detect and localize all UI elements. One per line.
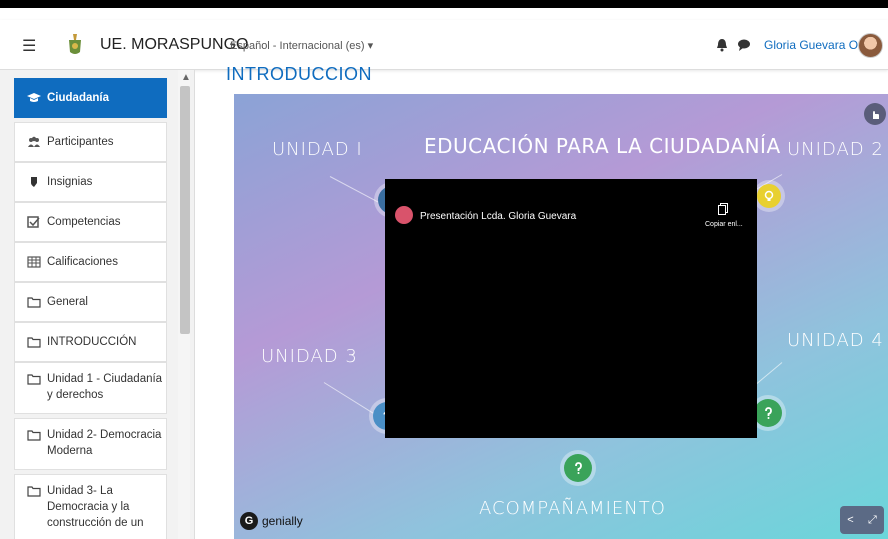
sidebar-item-label: Unidad 1 - Ciudadanía y derechos <box>47 373 163 401</box>
genially-logo-icon[interactable]: G <box>240 512 258 530</box>
fullscreen-icon[interactable]: ⤢ <box>868 514 877 527</box>
sidebar-item-label: Ciudadanía <box>47 92 109 104</box>
sidebar-item-label: General <box>47 296 88 308</box>
hook-icon[interactable] <box>564 454 592 482</box>
copy-link-icon[interactable] <box>718 203 728 215</box>
scroll-up-arrow-icon[interactable]: ▲ <box>181 72 191 83</box>
acompanamiento-label[interactable]: ACOMPAÑAMIENTO <box>479 498 666 519</box>
sidebar-item-competencias[interactable]: Competencias <box>14 202 167 242</box>
sidebar-item-unidad-3[interactable]: Unidad 3- La Democracia y la construcció… <box>14 474 167 539</box>
sidebar-item-label: Competencias <box>47 216 121 228</box>
sidebar-item-insignias[interactable]: Insignias <box>14 162 167 202</box>
unidad-2-label[interactable]: UNIDAD 2 <box>787 139 884 160</box>
sidebar-item-introduccion[interactable]: INTRODUCCIÓN <box>14 322 167 362</box>
chat-icon[interactable] <box>737 38 751 52</box>
bell-icon[interactable] <box>715 38 729 52</box>
sidebar-item-label: Participantes <box>47 136 114 148</box>
genially-title: EDUCACIÓN PARA LA CIUDADANÍA <box>424 134 781 158</box>
unidad-3-label[interactable]: UNIDAD 3 <box>261 346 358 367</box>
video-title[interactable]: Presentación Lcda. Gloria Guevara <box>420 211 576 222</box>
sidebar-item-calificaciones[interactable]: Calificaciones <box>14 242 167 282</box>
users-icon <box>28 136 40 147</box>
genially-brand[interactable]: genially <box>262 514 303 528</box>
hand-pointer-icon[interactable] <box>864 103 886 125</box>
scrollbar-thumb[interactable] <box>180 86 190 334</box>
connector-line <box>329 176 382 205</box>
hamburger-menu-button[interactable]: ☰ <box>22 36 36 56</box>
folder-icon <box>27 297 41 308</box>
folder-icon <box>27 337 41 348</box>
sidebar-item-general[interactable]: General <box>14 282 167 322</box>
connector-line <box>754 362 783 387</box>
checkbox-icon <box>27 216 40 228</box>
sidebar-item-ciudadania[interactable]: Ciudadanía <box>14 78 167 118</box>
section-title: INTRODUCCION <box>226 64 372 84</box>
lightbulb-icon[interactable] <box>757 184 781 208</box>
folder-icon <box>27 374 41 385</box>
user-avatar[interactable] <box>858 33 883 58</box>
connector-line <box>323 382 377 416</box>
sidebar-item-label: Calificaciones <box>47 256 118 268</box>
sidebar-item-unidad-2[interactable]: Unidad 2- Democracia Moderna <box>14 418 167 470</box>
site-name-link[interactable]: UE. MORASPUNGO <box>100 36 248 54</box>
unidad-1-label[interactable]: UNIDAD I <box>272 139 363 160</box>
genially-embed[interactable]: UNIDAD I EDUCACIÓN PARA LA CIUDADANÍA UN… <box>234 94 888 539</box>
sidebar-item-unidad-1[interactable]: Unidad 1 - Ciudadanía y derechos <box>14 362 167 414</box>
school-logo[interactable] <box>66 32 84 56</box>
video-channel-avatar <box>395 206 413 224</box>
shield-icon <box>31 177 37 187</box>
unidad-4-label[interactable]: UNIDAD 4 <box>787 330 884 351</box>
sidebar-item-label: Insignias <box>47 176 93 188</box>
share-fullscreen-controls[interactable]: < ⤢ <box>840 506 884 534</box>
hook-icon[interactable] <box>754 399 782 427</box>
folder-icon <box>27 486 41 497</box>
video-player[interactable]: Presentación Lcda. Gloria Guevara Copiar… <box>385 179 757 438</box>
folder-icon <box>27 430 41 441</box>
share-icon[interactable]: < <box>847 514 853 526</box>
graduation-cap-icon <box>27 93 41 102</box>
language-selector[interactable]: Español - Internacional (es) ▾ <box>230 39 373 52</box>
table-icon <box>27 256 41 268</box>
sidebar-item-participantes[interactable]: Participantes <box>14 122 167 162</box>
copy-link-label[interactable]: Copiar enl... <box>705 221 743 228</box>
sidebar-item-label: INTRODUCCIÓN <box>47 336 137 348</box>
browser-viewport: ☰ UE. MORASPUNGO Español - Internacional… <box>0 8 888 539</box>
top-navbar: ☰ UE. MORASPUNGO Español - Internacional… <box>0 20 888 70</box>
sidebar-item-label: Unidad 3- La Democracia y la construcció… <box>47 485 144 529</box>
sidebar-item-label: Unidad 2- Democracia Moderna <box>47 429 162 457</box>
